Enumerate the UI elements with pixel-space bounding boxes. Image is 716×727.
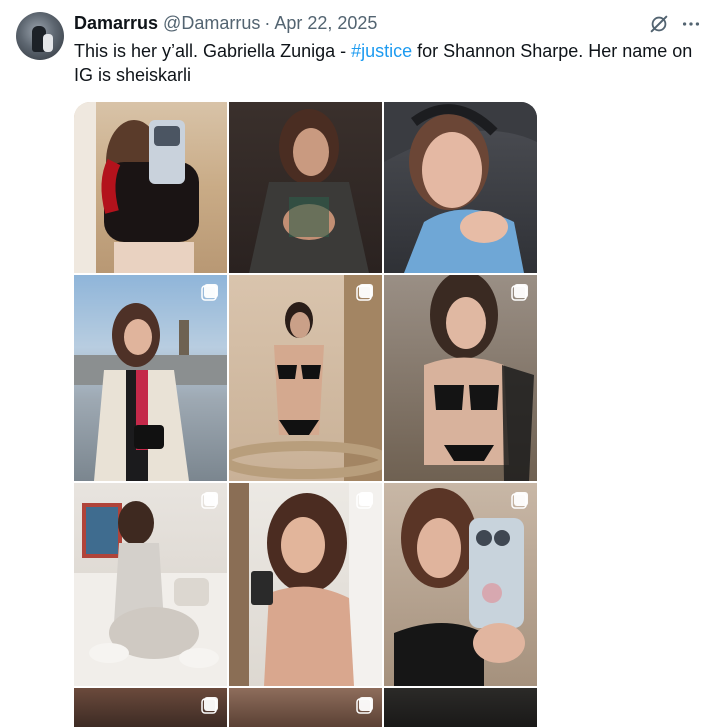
photo-content	[229, 275, 382, 481]
photo-tile-bikini-mirror[interactable]	[229, 275, 382, 481]
media-grid[interactable]	[74, 102, 537, 727]
author-name[interactable]: Damarrus	[74, 13, 158, 34]
tweet-date[interactable]: Apr 22, 2025	[274, 13, 377, 34]
header-separator: ·	[264, 12, 271, 33]
photo-content	[384, 102, 537, 273]
photo-content	[394, 488, 525, 686]
multiple-photos-icon	[201, 492, 218, 509]
photo-tile-crochet-outfit[interactable]	[384, 275, 537, 481]
photo-content	[74, 303, 227, 481]
author-handle[interactable]: @Damarrus	[163, 13, 260, 34]
multiple-photos-icon	[511, 492, 528, 509]
photo-tile-coffee-portrait[interactable]	[229, 483, 382, 686]
avatar[interactable]	[16, 12, 64, 60]
photo-content	[249, 109, 369, 273]
multiple-photos-icon	[201, 284, 218, 301]
grok-icon[interactable]	[648, 13, 670, 35]
photo-content	[424, 275, 534, 481]
tweet-text: This is her y’all. Gabriella Zuniga - #j…	[74, 39, 694, 87]
photo-tile-partial-middle[interactable]	[229, 688, 382, 727]
multiple-photos-icon	[356, 697, 373, 714]
tweet-text-before: This is her y’all. Gabriella Zuniga -	[74, 41, 352, 61]
photo-content	[229, 483, 382, 686]
photo-tile-phone-selfie[interactable]	[384, 483, 537, 686]
photo-tile-partial-right[interactable]	[384, 688, 537, 727]
photo-tile-white-couch[interactable]	[74, 483, 227, 686]
multiple-photos-icon	[356, 492, 373, 509]
photo-content	[74, 501, 227, 686]
multiple-photos-icon	[201, 697, 218, 714]
photo-tile-mirror-selfie[interactable]	[74, 102, 227, 273]
photo-content	[74, 102, 199, 273]
more-dots-icon[interactable]	[680, 13, 702, 35]
multiple-photos-icon	[356, 284, 373, 301]
avatar-figure-shirt	[43, 34, 53, 52]
multiple-photos-icon	[511, 284, 528, 301]
hashtag-link[interactable]: #justice	[351, 41, 412, 61]
photo-tile-london-coat[interactable]	[74, 275, 227, 481]
photo-tile-partial-left[interactable]	[74, 688, 227, 727]
tweet-header: Damarrus @Damarrus · Apr 22, 2025	[74, 11, 377, 35]
photo-tile-dark-jacket[interactable]	[229, 102, 382, 273]
photo-tile-car-selfie[interactable]	[384, 102, 537, 273]
